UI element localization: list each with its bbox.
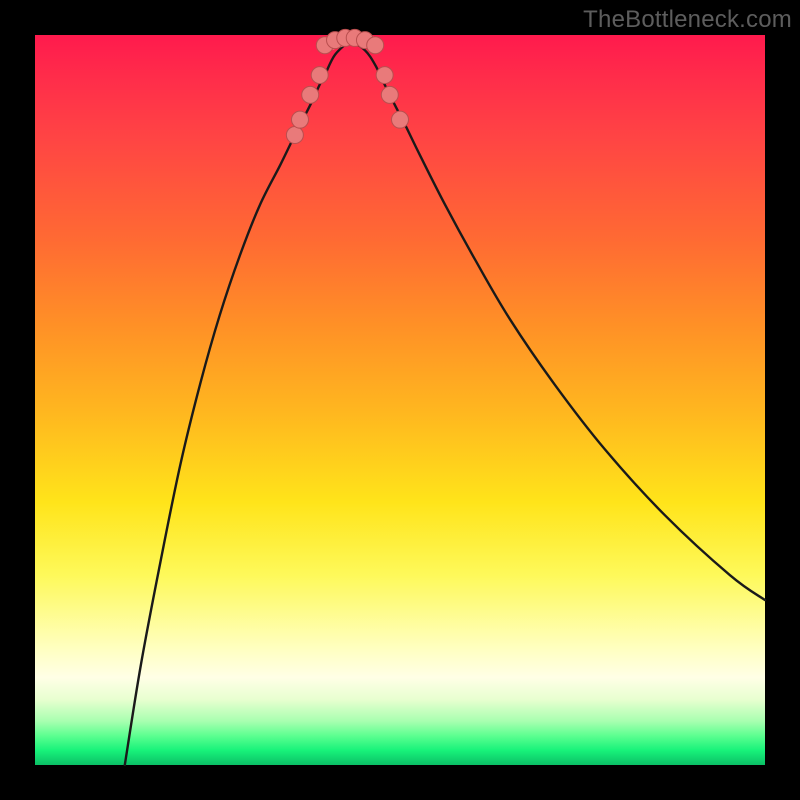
marker-dot [291,111,308,128]
curve-group [125,38,765,765]
marker-group [286,29,408,143]
marker-dot [286,127,303,144]
chart-frame: TheBottleneck.com [0,0,800,800]
plot-area [35,35,765,765]
marker-dot [302,86,319,103]
marker-dot [381,86,398,103]
marker-dot [376,67,393,84]
watermark-text: TheBottleneck.com [583,6,792,34]
chart-svg [35,35,765,765]
marker-dot [392,111,409,128]
series-left-curve [125,40,351,765]
marker-dot [367,37,384,54]
marker-dot [311,67,328,84]
series-right-curve [350,40,765,600]
